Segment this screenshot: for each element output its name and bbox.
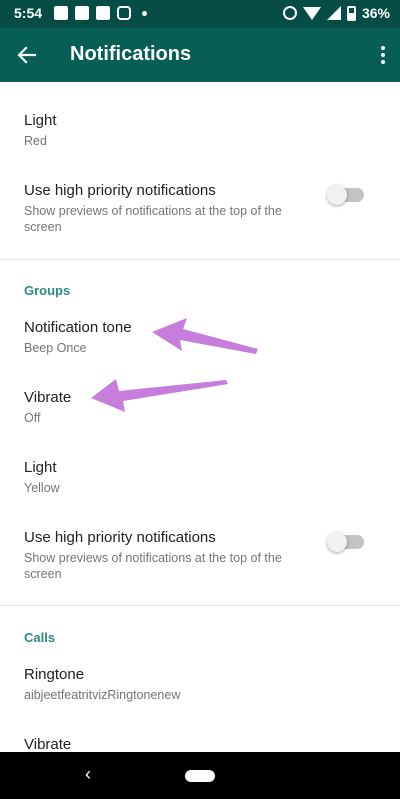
group-light-title: Light: [24, 459, 57, 476]
groups-section-header: Groups: [24, 283, 71, 298]
group-high-priority-toggle[interactable]: [327, 532, 364, 552]
notification-tone-value: Beep Once: [24, 341, 87, 355]
light-setting-value: Red: [24, 134, 47, 148]
notification-tone-title: Notification tone: [24, 319, 132, 336]
settings-list: Light Red Use high priority notification…: [0, 82, 400, 752]
back-button[interactable]: [10, 38, 44, 72]
message-icon: [54, 6, 68, 20]
status-bar: 5:54 36%: [0, 0, 400, 28]
group-vibrate-setting[interactable]: Vibrate Off: [24, 389, 376, 426]
back-arrow-icon: [17, 46, 37, 64]
group-light-value: Yellow: [24, 481, 60, 495]
more-options-button[interactable]: [378, 41, 388, 69]
vibrate-value: Off: [24, 411, 41, 425]
more-notifications-dot: [142, 10, 147, 16]
light-setting[interactable]: Light Red: [24, 112, 376, 149]
toggle-knob: [327, 185, 347, 205]
alarm-icon: [282, 6, 297, 20]
news-icon: [96, 6, 110, 20]
vibrate-title: Vibrate: [24, 389, 72, 406]
page-title: Notifications: [70, 43, 192, 65]
high-priority-subtitle: Show previews of notifications at the to…: [24, 204, 282, 234]
divider: [0, 605, 400, 606]
battery-icon: [346, 5, 356, 21]
message-icon: [75, 6, 89, 20]
ringtone-value: aibjeetfeatritvizRingtonenew: [24, 688, 181, 702]
high-priority-setting[interactable]: Use high priority notifications Show pre…: [24, 182, 376, 235]
toggle-knob: [327, 532, 347, 552]
status-right: 36%: [282, 5, 390, 21]
more-vert-icon: [381, 46, 385, 50]
battery-percent: 36%: [361, 5, 390, 21]
group-high-priority-title: Use high priority notifications: [24, 529, 216, 546]
nav-back-button[interactable]: ‹: [78, 764, 98, 785]
notification-icons: [54, 6, 147, 20]
calls-ringtone-setting[interactable]: Ringtone aibjeetfeatritvizRingtonenew: [24, 666, 376, 703]
calls-section-header: Calls: [24, 630, 56, 645]
divider: [0, 259, 400, 260]
group-light-setting[interactable]: Light Yellow: [24, 459, 376, 496]
system-nav-bar: ‹: [0, 752, 400, 799]
calls-vibrate-setting[interactable]: Vibrate: [24, 736, 376, 752]
ringtone-title: Ringtone: [24, 666, 85, 683]
status-time: 5:54: [14, 5, 43, 21]
signal-icon: [326, 6, 341, 20]
app-bar: Notifications: [0, 28, 400, 82]
high-priority-title: Use high priority notifications: [24, 182, 216, 199]
nav-home-button[interactable]: [185, 770, 215, 782]
light-setting-title: Light: [24, 112, 57, 129]
instagram-icon: [117, 6, 131, 20]
wifi-icon: [302, 6, 321, 20]
group-notification-tone-setting[interactable]: Notification tone Beep Once: [24, 319, 376, 356]
group-high-priority-setting[interactable]: Use high priority notifications Show pre…: [24, 529, 376, 582]
high-priority-toggle[interactable]: [327, 185, 364, 205]
calls-vibrate-title: Vibrate: [24, 736, 72, 752]
group-high-priority-subtitle: Show previews of notifications at the to…: [24, 551, 282, 581]
